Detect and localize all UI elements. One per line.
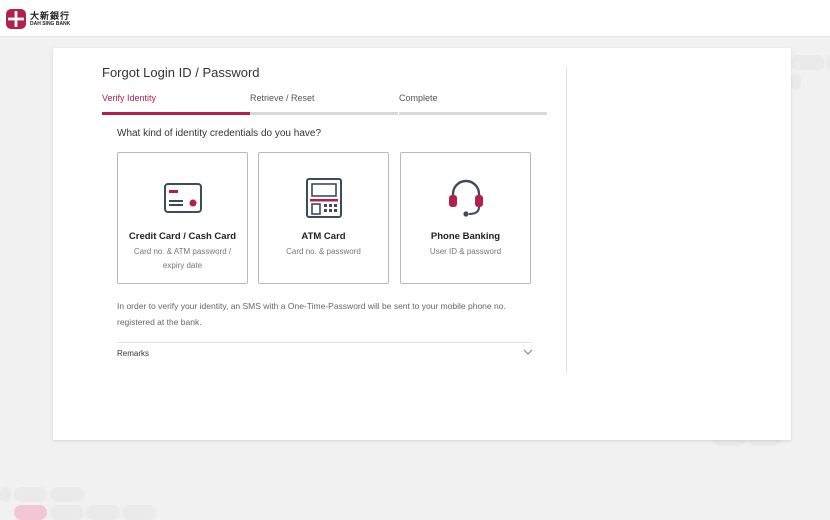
step-label: Retrieve / Reset — [250, 93, 315, 103]
option-title: Credit Card / Cash Card — [128, 231, 237, 242]
option-title: Phone Banking — [430, 231, 501, 242]
step-complete: Complete — [399, 93, 547, 115]
atm-card-option[interactable]: ATM Card Card no. & password — [258, 152, 389, 284]
sms-info-text: In order to verify your identity, an SMS… — [117, 301, 506, 327]
page-title: Forgot Login ID / Password — [102, 65, 260, 80]
credit-card-option[interactable]: Credit Card / Cash Card Card no. & ATM p… — [117, 152, 248, 284]
step-bar — [102, 112, 250, 115]
credit-card-icon — [163, 183, 202, 213]
step-retrieve-reset: Retrieve / Reset — [250, 93, 398, 115]
logo-chinese-name: 大新銀行 — [30, 10, 71, 21]
step-verify-identity: Verify Identity — [102, 93, 250, 115]
chevron-down-icon — [523, 349, 533, 355]
divider — [117, 342, 533, 343]
option-subtitle: Card no. & password — [286, 247, 361, 256]
top-bar: 大新銀行 DAH SING BANK — [0, 0, 830, 37]
progress-steps: Verify Identity Retrieve / Reset Complet… — [102, 93, 547, 115]
option-subtitle: User ID & password — [429, 247, 502, 256]
atm-machine-icon — [305, 178, 342, 218]
step-label: Verify Identity — [102, 93, 157, 103]
logo-english-name: DAH SING BANK — [30, 20, 71, 27]
option-title: ATM Card — [301, 231, 346, 242]
forgot-login-card: Forgot Login ID / Password Verify Identi… — [53, 48, 791, 440]
phone-banking-option[interactable]: Phone Banking User ID & password — [400, 152, 531, 284]
bank-logo[interactable]: 大新銀行 DAH SING BANK — [6, 9, 70, 29]
logo-wordmark: 大新銀行 DAH SING BANK — [30, 10, 71, 27]
option-subtitle: Card no. & ATM password / expiry date — [133, 247, 232, 270]
remarks-label: Remarks — [117, 349, 150, 358]
dah-sing-logo-icon — [6, 9, 26, 29]
step-bar — [399, 112, 547, 115]
credential-question: What kind of identity credentials do you… — [117, 128, 322, 139]
step-bar — [250, 112, 398, 115]
step-label: Complete — [399, 93, 438, 103]
vertical-divider — [566, 66, 567, 374]
remarks-accordion[interactable]: Remarks — [117, 347, 533, 363]
headset-icon — [448, 179, 483, 217]
